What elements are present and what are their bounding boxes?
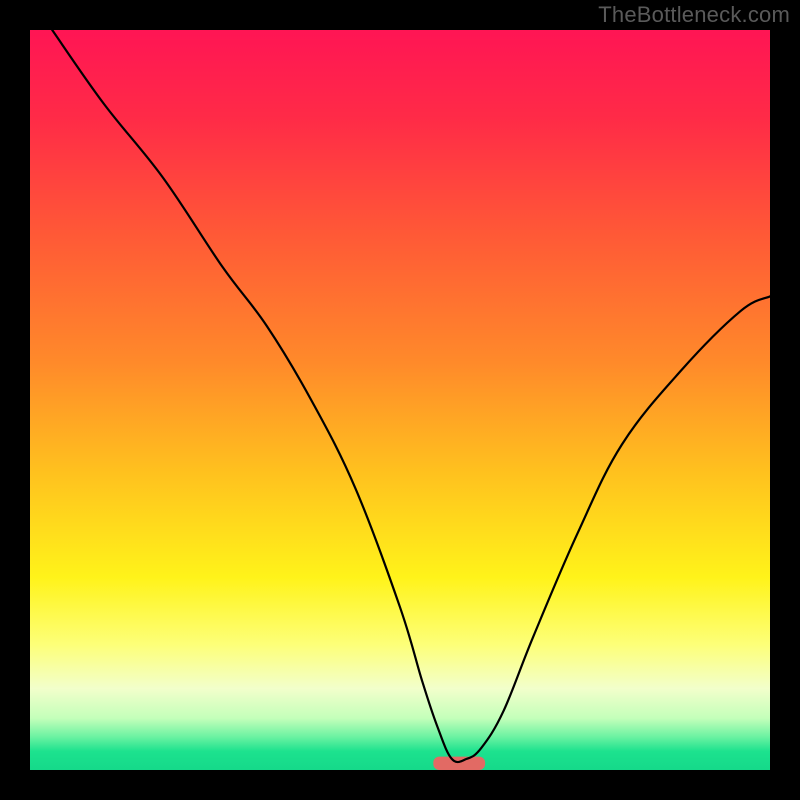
bottleneck-marker [433, 757, 485, 770]
outer-frame: TheBottleneck.com [0, 0, 800, 800]
chart-area [30, 30, 770, 770]
watermark-text: TheBottleneck.com [598, 2, 790, 28]
chart-background [30, 30, 770, 770]
chart-svg [30, 30, 770, 770]
